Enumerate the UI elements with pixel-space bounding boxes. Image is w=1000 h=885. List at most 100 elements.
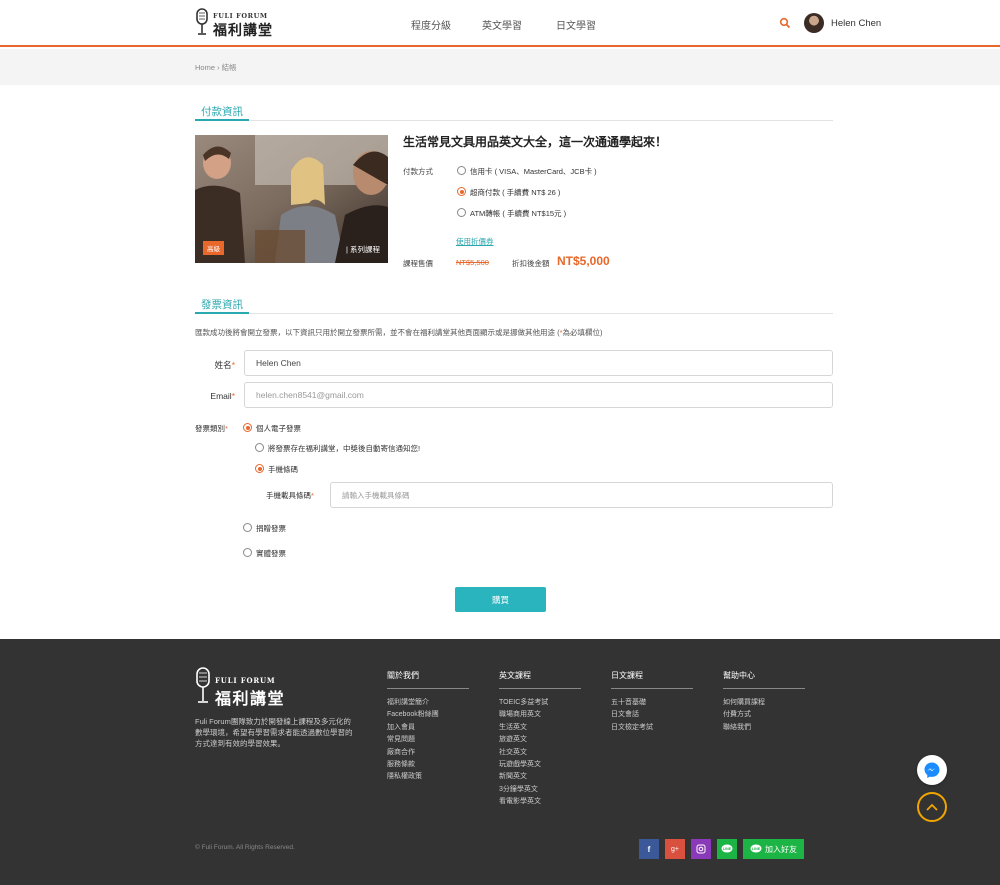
microphone-icon	[196, 667, 210, 703]
svg-text:LINE: LINE	[752, 847, 761, 851]
course-title: 生活常見文具用品英文大全，這一次通通學起來！	[403, 135, 668, 149]
required-star: *	[311, 491, 314, 500]
footer-logo-zh: 福利講堂	[215, 689, 286, 708]
radio-convenience-store[interactable]	[457, 187, 466, 196]
required-star: *	[231, 391, 235, 401]
footer-divider	[387, 688, 469, 689]
footer-link[interactable]: TOEIC多益考試	[499, 697, 581, 709]
instagram-glyph	[696, 844, 706, 854]
option-atm[interactable]: ATM轉帳 ( 手續費 NT$15元 )	[470, 208, 566, 219]
option-donate-invoice[interactable]: 捐贈發票	[256, 523, 286, 534]
name-field[interactable]: Helen Chen	[244, 350, 833, 376]
coupon-link[interactable]: 使用折價券	[456, 236, 494, 247]
footer-divider	[723, 688, 805, 689]
breadcrumb[interactable]: Home › 結帳	[195, 62, 237, 73]
invoice-section-label: 發票資訊	[195, 294, 249, 314]
required-star: *	[231, 360, 235, 370]
buy-button[interactable]: 購買	[455, 587, 546, 612]
footer-link[interactable]: 玩遊戲學英文	[499, 759, 581, 771]
line-glyph: LINE	[750, 844, 762, 853]
footer-divider	[499, 688, 581, 689]
footer-link[interactable]: 隱私權政策	[387, 771, 469, 783]
course-image: 高級 | 系列課程	[195, 135, 388, 263]
footer-link[interactable]: 社交英文	[499, 747, 581, 759]
messenger-icon	[924, 762, 940, 778]
footer-link[interactable]: 五十音基礎	[611, 697, 693, 709]
final-price: NT$5,000	[557, 254, 610, 268]
footer-logo[interactable]: FULI FORUM 福利講堂	[195, 667, 286, 708]
nav-item-level[interactable]: 程度分級	[411, 17, 451, 32]
invoice-type-label-text: 發票類別	[195, 424, 225, 433]
payment-method-label: 付款方式	[403, 167, 433, 176]
option-convenience-store[interactable]: 超商付款 ( 手續費 NT$ 26 )	[470, 187, 560, 198]
radio-credit-card[interactable]	[457, 166, 466, 175]
footer-link[interactable]: 日文檢定考試	[611, 722, 693, 734]
facebook-icon[interactable]: f	[639, 839, 659, 859]
footer-link[interactable]: 旅遊英文	[499, 734, 581, 746]
email-field[interactable]: helen.chen8541@gmail.com	[244, 382, 833, 408]
payment-section-title: 付款資訊	[195, 101, 833, 121]
footer-col-about: 關於我們 福利講堂簡介 Facebook粉絲團 加入會員 常見問題 廠商合作 服…	[387, 670, 469, 784]
site-footer: FULI FORUM 福利講堂 Fuli Forum團隊致力於開發線上課程及多元…	[0, 639, 1000, 885]
footer-link[interactable]: 廠商合作	[387, 747, 469, 759]
footer-divider	[611, 688, 693, 689]
nav-item-english[interactable]: 英文學習	[482, 17, 522, 32]
footer-col-title: 日文課程	[611, 671, 643, 680]
instagram-icon[interactable]	[691, 839, 711, 859]
footer-col-title: 英文課程	[499, 671, 531, 680]
line-glyph: LINE	[721, 844, 733, 853]
search-icon[interactable]	[779, 17, 791, 29]
series-label: | 系列課程	[345, 245, 380, 254]
footer-link[interactable]: Facebook粉絲團	[387, 709, 469, 721]
option-electronic-invoice[interactable]: 個人電子發票	[256, 423, 301, 434]
footer-link[interactable]: 加入會員	[387, 722, 469, 734]
name-label: 姓名*	[195, 359, 235, 371]
svg-text:LINE: LINE	[723, 847, 732, 851]
footer-link[interactable]: 如何購買課程	[723, 697, 805, 709]
price-label: 課程售價	[403, 259, 433, 268]
footer-link[interactable]: 生活英文	[499, 722, 581, 734]
radio-electronic-invoice[interactable]	[243, 423, 252, 432]
radio-donate-invoice[interactable]	[243, 523, 252, 532]
footer-col-english: 英文課程 TOEIC多益考試 職場商用英文 生活英文 旅遊英文 社交英文 玩遊戲…	[499, 670, 581, 809]
site-header: FULI FORUM 福利講堂 程度分級 英文學習 日文學習 Helen Che…	[0, 0, 1000, 47]
chevron-up-icon	[926, 803, 938, 811]
footer-link[interactable]: 3分鐘學英文	[499, 784, 581, 796]
option-paper-invoice[interactable]: 實體發票	[256, 548, 286, 559]
option-credit-card[interactable]: 信用卡 ( VISA、MasterCard、JCB卡 )	[470, 166, 597, 177]
avatar[interactable]	[804, 13, 824, 33]
option-store-invoice[interactable]: 將發票存在福利講堂，中獎後自動寄信通知您!	[268, 443, 420, 454]
nav-item-japanese[interactable]: 日文學習	[556, 17, 596, 32]
footer-link[interactable]: 常見問題	[387, 734, 469, 746]
google-plus-icon[interactable]: g+	[665, 839, 685, 859]
line-add-friend-button[interactable]: LINE 加入好友	[743, 839, 804, 859]
level-badge: 高級	[203, 241, 224, 255]
line-icon[interactable]: LINE	[717, 839, 737, 859]
footer-link[interactable]: 職場商用英文	[499, 709, 581, 721]
messenger-button[interactable]	[917, 755, 947, 785]
payment-section-label: 付款資訊	[195, 101, 249, 121]
footer-link[interactable]: 福利講堂簡介	[387, 697, 469, 709]
radio-paper-invoice[interactable]	[243, 548, 252, 557]
footer-description: Fuli Forum團隊致力於開發線上課程及多元化的數學環境，希望有學習需求者能…	[195, 717, 353, 748]
footer-col-help: 幫助中心 如何購買課程 付費方式 聯絡我們	[723, 670, 805, 734]
username[interactable]: Helen Chen	[831, 18, 881, 29]
footer-link[interactable]: 新聞英文	[499, 771, 581, 783]
radio-atm[interactable]	[457, 208, 466, 217]
copyright: © Fuli Forum. All Rights Reserved.	[195, 844, 295, 851]
radio-mobile-barcode[interactable]	[255, 464, 264, 473]
carrier-label-text: 手機載具條碼	[266, 491, 311, 500]
carrier-label: 手機載具條碼*	[266, 490, 314, 501]
footer-col-title: 幫助中心	[723, 671, 755, 680]
footer-link[interactable]: 日文會話	[611, 709, 693, 721]
footer-link[interactable]: 看電影學英文	[499, 796, 581, 808]
carrier-barcode-input[interactable]: 請輸入手機載具條碼	[330, 482, 833, 508]
option-mobile-barcode[interactable]: 手機條碼	[268, 464, 298, 475]
footer-link[interactable]: 付費方式	[723, 709, 805, 721]
radio-store-invoice[interactable]	[255, 443, 264, 452]
invoice-note-text: 匯款成功後將會開立發票，以下資訊只用於開立發票所需，並不會在福利講堂其他頁面顯示…	[195, 328, 560, 337]
footer-col-title: 關於我們	[387, 671, 419, 680]
footer-link[interactable]: 聯絡我們	[723, 722, 805, 734]
footer-link[interactable]: 服務條款	[387, 759, 469, 771]
back-to-top-button[interactable]	[917, 792, 947, 822]
